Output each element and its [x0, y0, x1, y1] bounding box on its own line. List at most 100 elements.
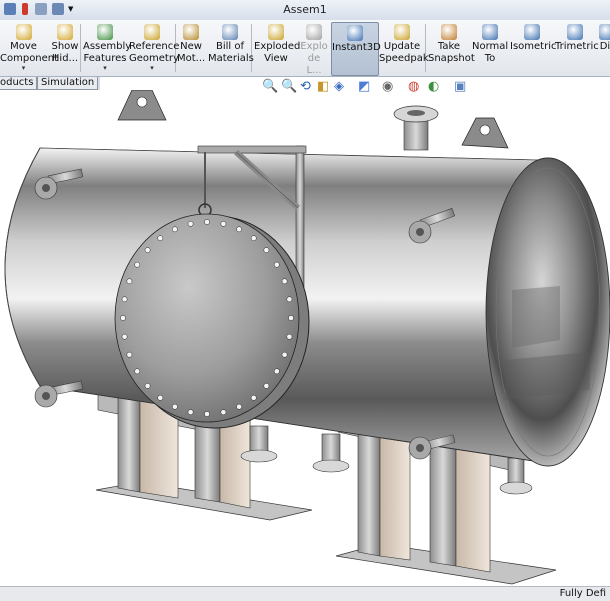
trimetric-button[interactable]: Trimetric	[555, 22, 599, 74]
instant3d-button[interactable]: Instant3D	[331, 22, 381, 76]
button-label-line2: Hid...	[51, 53, 79, 64]
button-label-line2: Materials	[208, 53, 254, 64]
trimetric-icon	[567, 24, 583, 40]
button-label-line1: Move	[10, 41, 37, 52]
top-nozzle[interactable]	[393, 105, 439, 151]
title-bar: ▼ Assem1	[0, 0, 610, 21]
update-speedpak-button[interactable]: Update Speedpak	[379, 22, 429, 74]
flange-bolt	[250, 394, 257, 401]
button-label-line2: Snapshot	[428, 53, 475, 64]
flange-bolt	[134, 368, 141, 375]
flange-bolt	[121, 296, 128, 303]
button-label-line1: Trimetric	[555, 41, 599, 52]
ribbon-separator	[425, 24, 426, 72]
button-label-line1: Dir	[599, 41, 610, 52]
show-hidden-button[interactable]: Show Hid...	[50, 22, 80, 74]
explode-line-icon	[306, 24, 322, 40]
flange-bolt	[187, 220, 194, 227]
flange-bolt	[157, 235, 164, 242]
status-bar: Fully Defi	[0, 586, 610, 601]
isometric-button[interactable]: Isometric	[510, 22, 557, 74]
assembly-features-icon	[97, 24, 113, 40]
flange-bolt	[220, 409, 227, 416]
dimetric-icon	[599, 24, 610, 40]
tab-simulation[interactable]: Simulation	[37, 77, 99, 90]
new-motion-study-button[interactable]: New Mot...	[177, 22, 205, 74]
vessel-head-right[interactable]	[485, 157, 610, 467]
button-label-line1: Normal	[472, 41, 509, 52]
isometric-icon	[524, 24, 540, 40]
flange-bolt	[236, 226, 242, 233]
explode-line-sketch-button[interactable]: Explo de L...	[300, 22, 328, 76]
button-label-line1: Take	[437, 41, 461, 52]
dropdown-arrow-icon[interactable]: ▾	[0, 65, 47, 72]
flange-bolt	[157, 394, 164, 401]
flange-bolt	[134, 261, 141, 268]
update-speedpak-icon	[394, 24, 410, 40]
show-hidden-icon	[57, 24, 73, 40]
dimetric-button[interactable]: Dir	[597, 22, 610, 74]
pressure-vessel-model[interactable]	[0, 89, 610, 586]
instant3d-icon	[347, 25, 363, 41]
take-snapshot-icon	[441, 24, 457, 40]
button-label-line1: New	[180, 41, 202, 52]
bill-of-materials-button[interactable]: Bill of Materials	[208, 22, 254, 74]
button-label-line2: View	[264, 53, 288, 64]
command-tabs: oducts Simulation	[0, 77, 100, 90]
flange-bolt	[263, 383, 270, 389]
flange-bolt	[286, 296, 293, 303]
button-label-line1: Isometric	[510, 41, 557, 52]
button-label-line1: Assembly	[83, 41, 132, 52]
flange-bolt	[288, 315, 294, 321]
button-label-line1: Show	[51, 41, 79, 52]
button-label-line1: Instant3D	[332, 42, 381, 53]
bill-of-materials-icon	[222, 24, 238, 40]
exploded-view-icon	[268, 24, 284, 40]
ribbon-separator	[80, 24, 81, 72]
flange-bolt	[120, 315, 126, 321]
exploded-view-button[interactable]: Exploded View	[254, 22, 301, 74]
move-component-button[interactable]: Move Component ▾	[0, 22, 58, 74]
assembly-features-button[interactable]: Assembly Features ▾	[83, 22, 132, 74]
lifting-lug-left[interactable]	[117, 89, 167, 121]
button-label-line1: Exploded	[254, 41, 301, 52]
reference-geometry-icon	[144, 24, 160, 40]
flange-bolt	[126, 278, 133, 285]
flange-bolt	[121, 333, 128, 340]
dropdown-arrow-icon[interactable]: ▾	[83, 65, 127, 72]
flange-bolt	[172, 403, 178, 410]
take-snapshot-button[interactable]: Take Snapshot	[428, 22, 475, 74]
flange-bolt	[144, 383, 151, 389]
status-text: Fully Defi	[559, 588, 606, 599]
flange-bolt	[204, 411, 210, 417]
dropdown-arrow-icon[interactable]: ▾	[129, 65, 175, 72]
normal-to-icon	[482, 24, 498, 40]
flange-bolt	[273, 261, 280, 268]
button-label-line1: Explo	[300, 41, 328, 52]
lifting-lug-right[interactable]	[461, 117, 509, 149]
flange-bolt	[263, 247, 270, 253]
flange-bolt	[273, 368, 280, 375]
flange-bolt	[144, 247, 151, 253]
new-motion-icon	[183, 24, 199, 40]
flange-bolt	[126, 351, 133, 358]
move-component-icon	[15, 24, 32, 40]
button-label-line2: de L...	[306, 53, 322, 76]
flange-bolt	[281, 278, 288, 285]
flange-bolt	[236, 403, 242, 410]
reference-geometry-button[interactable]: Reference Geometry ▾	[129, 22, 180, 74]
flange-bolt	[220, 220, 227, 227]
button-label-line1: Update	[383, 41, 421, 52]
normal-to-button[interactable]: Normal To	[472, 22, 508, 74]
flange-bolt	[204, 219, 210, 225]
button-label-line2: Speedpak	[379, 53, 429, 64]
command-manager-ribbon: Move Component ▾ Show Hid... Assembly Features…	[0, 20, 610, 77]
tab-products[interactable]: oducts	[0, 77, 38, 90]
flange-bolt	[250, 235, 257, 242]
button-label-line2: Mot...	[177, 53, 206, 64]
graphics-viewport[interactable]	[0, 89, 610, 586]
flange-bolt	[286, 333, 293, 340]
flange-bolt	[172, 226, 178, 233]
button-label-line1: Reference	[129, 41, 180, 52]
button-label-line1: Bill of	[215, 41, 244, 52]
